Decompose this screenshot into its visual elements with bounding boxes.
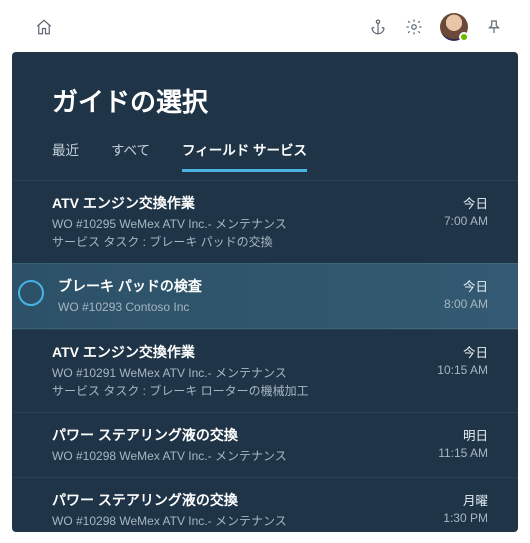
list-item-day: 今日	[437, 342, 488, 361]
pin-icon	[485, 18, 503, 36]
selection-ring-icon	[18, 280, 44, 306]
list-item-day: 月曜	[443, 490, 488, 509]
list-item[interactable]: パワー ステアリング液の交換 WO #10298 WeMex ATV Inc.- …	[12, 412, 518, 477]
page-title: ガイドの選択	[12, 76, 518, 129]
list-item-body: ATV エンジン交換作業 WO #10295 WeMex ATV Inc.- メン…	[52, 193, 432, 251]
list-item-subtitle: WO #10293 Contoso Inc	[58, 298, 432, 316]
tab-bar: 最近 すべて フィールド サービス	[12, 129, 518, 172]
tab-field-service[interactable]: フィールド サービス	[182, 139, 307, 172]
guide-list: ATV エンジン交換作業 WO #10295 WeMex ATV Inc.- メン…	[12, 180, 518, 532]
list-item-meta: 今日 7:00 AM	[432, 193, 488, 228]
list-item-meta: 明日 11:15 AM	[426, 425, 488, 460]
tab-all[interactable]: すべて	[111, 139, 150, 172]
list-item-body: パワー ステアリング液の交換 WO #10298 WeMex ATV Inc.- …	[52, 490, 431, 532]
list-item-task: サービス タスク : ブレーキ パッドのメンテナンス	[52, 530, 431, 532]
list-item[interactable]: パワー ステアリング液の交換 WO #10298 WeMex ATV Inc.- …	[12, 477, 518, 532]
title-bar	[6, 6, 524, 48]
list-item[interactable]: ATV エンジン交換作業 WO #10291 WeMex ATV Inc.- メン…	[12, 329, 518, 412]
tab-recent[interactable]: 最近	[52, 139, 79, 172]
list-item-title: ブレーキ パッドの検査	[58, 276, 432, 296]
list-item-body: ブレーキ パッドの検査 WO #10293 Contoso Inc	[58, 276, 432, 316]
list-item-day: 今日	[444, 193, 488, 212]
list-item-body: パワー ステアリング液の交換 WO #10298 WeMex ATV Inc.- …	[52, 425, 426, 465]
list-item-meta: 月曜 1:30 PM	[431, 490, 488, 525]
home-icon	[35, 18, 53, 36]
list-item-meta: 今日 8:00 AM	[432, 276, 488, 311]
list-item[interactable]: ブレーキ パッドの検査 WO #10293 Contoso Inc 今日 8:00 A…	[12, 263, 518, 329]
list-item-title: パワー ステアリング液の交換	[52, 490, 431, 510]
home-button[interactable]	[26, 9, 62, 45]
list-item-time: 1:30 PM	[443, 511, 488, 525]
list-item-time: 10:15 AM	[437, 363, 488, 377]
list-item-title: ATV エンジン交換作業	[52, 193, 432, 213]
main-panel: ガイドの選択 最近 すべて フィールド サービス ATV エンジン交換作業 WO …	[12, 52, 518, 532]
anchor-icon	[369, 18, 387, 36]
list-item[interactable]: ATV エンジン交換作業 WO #10295 WeMex ATV Inc.- メン…	[12, 180, 518, 263]
list-item-meta: 今日 10:15 AM	[425, 342, 488, 377]
presence-indicator	[459, 32, 469, 42]
app-window: ガイドの選択 最近 すべて フィールド サービス ATV エンジン交換作業 WO …	[0, 0, 530, 543]
list-item-title: ATV エンジン交換作業	[52, 342, 425, 362]
list-item-time: 7:00 AM	[444, 214, 488, 228]
list-item-body: ATV エンジン交換作業 WO #10291 WeMex ATV Inc.- メン…	[52, 342, 425, 400]
list-item-subtitle: WO #10291 WeMex ATV Inc.- メンテナンス	[52, 364, 425, 382]
list-item-subtitle: WO #10295 WeMex ATV Inc.- メンテナンス	[52, 215, 432, 233]
list-item-day: 今日	[444, 276, 488, 295]
list-item-task: サービス タスク : ブレーキ ローターの機械加工	[52, 382, 425, 400]
list-item-title: パワー ステアリング液の交換	[52, 425, 426, 445]
settings-button[interactable]	[396, 9, 432, 45]
pin-button[interactable]	[476, 9, 512, 45]
anchor-button[interactable]	[360, 9, 396, 45]
avatar[interactable]	[440, 13, 468, 41]
list-item-time: 11:15 AM	[438, 446, 488, 460]
list-item-day: 明日	[438, 425, 488, 444]
list-item-subtitle: WO #10298 WeMex ATV Inc.- メンテナンス	[52, 512, 431, 530]
gear-icon	[405, 18, 423, 36]
list-item-task: サービス タスク : ブレーキ パッドの交換	[52, 233, 432, 251]
list-item-subtitle: WO #10298 WeMex ATV Inc.- メンテナンス	[52, 447, 426, 465]
list-item-time: 8:00 AM	[444, 297, 488, 311]
